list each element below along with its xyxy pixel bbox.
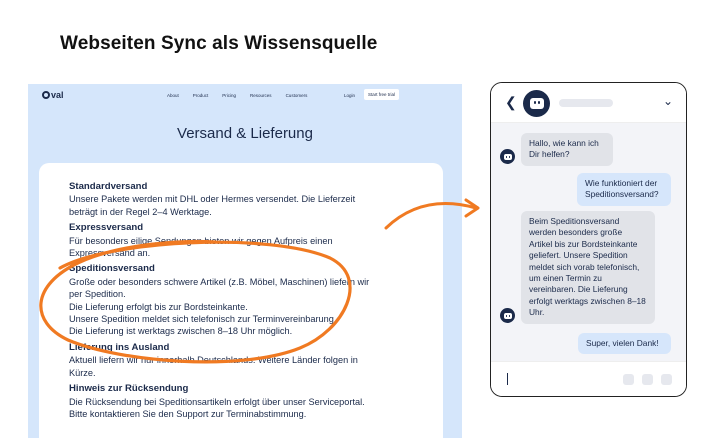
chat-phone: ❮ ⌄ Hallo, wie kann ich Dir helfen? Wie … <box>490 82 687 397</box>
bot-icon <box>503 153 512 160</box>
nav-login[interactable]: Login <box>344 93 355 98</box>
section-heading: Expressversand <box>69 222 144 234</box>
start-trial-button[interactable]: Start free trial <box>364 89 400 100</box>
text-caret <box>507 373 509 385</box>
section-line: Expressversand an. <box>69 248 151 259</box>
attach-icon[interactable] <box>623 374 634 385</box>
section-line: Unsere Pakete werden mit DHL oder Hermes… <box>69 194 356 205</box>
nav-about[interactable]: About <box>167 93 179 98</box>
chat-message-user: Super, vielen Dank! <box>578 333 671 355</box>
logo-text: val <box>51 90 64 100</box>
section-line: Unsere Spedition meldet sich telefonisch… <box>69 314 337 325</box>
chat-header: ❮ ⌄ <box>491 83 686 123</box>
section-line: Die Rücksendung bei Speditionsartikeln e… <box>69 396 365 407</box>
section-heading: Speditionsversand <box>69 263 155 275</box>
site-nav: val About Product Pricing Resources Cust… <box>28 84 462 108</box>
nav-product[interactable]: Product <box>193 93 209 98</box>
section-line: Aktuell liefern wir nur innerhalb Deutsc… <box>69 355 358 366</box>
section-line: per Spedition. <box>69 289 126 300</box>
site-page-title: Versand & Lieferung <box>177 125 313 142</box>
bot-avatar <box>523 90 550 117</box>
chevron-down-icon[interactable]: ⌄ <box>663 94 673 108</box>
chevron-left-icon[interactable]: ❮ <box>505 94 517 111</box>
chat-message-bot: Beim Speditionsversand werden besonders … <box>521 211 655 324</box>
site-logo[interactable]: val <box>42 90 64 100</box>
logo-o-icon <box>42 91 50 99</box>
section-line: Die Lieferung erfolgt bis zur Bordsteink… <box>69 301 248 312</box>
section-line: Für besonders eilige Sendungen bieten wi… <box>69 235 333 246</box>
section-line: Kürze. <box>69 367 96 378</box>
section-line: Bitte kontaktieren Sie den Support zur T… <box>69 408 307 419</box>
chat-input[interactable] <box>491 361 686 396</box>
chat-message-user: Wie funktioniert der Speditionsversand? <box>577 173 671 206</box>
page-headline: Webseiten Sync als Wissensquelle <box>60 33 378 54</box>
bot-icon <box>503 312 512 319</box>
section-heading: Standardversand <box>69 181 148 192</box>
bot-name-placeholder <box>559 99 613 107</box>
emoji-icon[interactable] <box>642 374 653 385</box>
bot-icon <box>529 98 544 109</box>
nav-resources[interactable]: Resources <box>250 93 272 98</box>
arrow-head-icon <box>464 198 480 218</box>
chat-message-bot: Hallo, wie kann ich Dir helfen? <box>521 133 613 166</box>
bot-avatar-small <box>500 308 515 323</box>
nav-pricing[interactable]: Pricing <box>222 93 236 98</box>
send-icon[interactable] <box>661 374 672 385</box>
nav-customers[interactable]: Customers <box>286 93 308 98</box>
section-line: beträgt in der Regel 2–4 Werktage. <box>69 206 212 217</box>
chat-messages: Hallo, wie kann ich Dir helfen? Wie funk… <box>491 123 686 361</box>
bot-avatar-small <box>500 149 515 164</box>
nav-links: About Product Pricing Resources Customer… <box>167 93 307 98</box>
section-heading: Lieferung ins Ausland <box>69 341 170 353</box>
section-line: Die Lieferung ist werktags zwischen 8–18… <box>69 326 293 337</box>
section-heading: Hinweis zur Rücksendung <box>69 383 189 395</box>
section-line: Große oder besonders schwere Artikel (z.… <box>69 276 370 287</box>
shipping-sections: Standardversand Unsere Pakete werden mit… <box>69 181 399 420</box>
